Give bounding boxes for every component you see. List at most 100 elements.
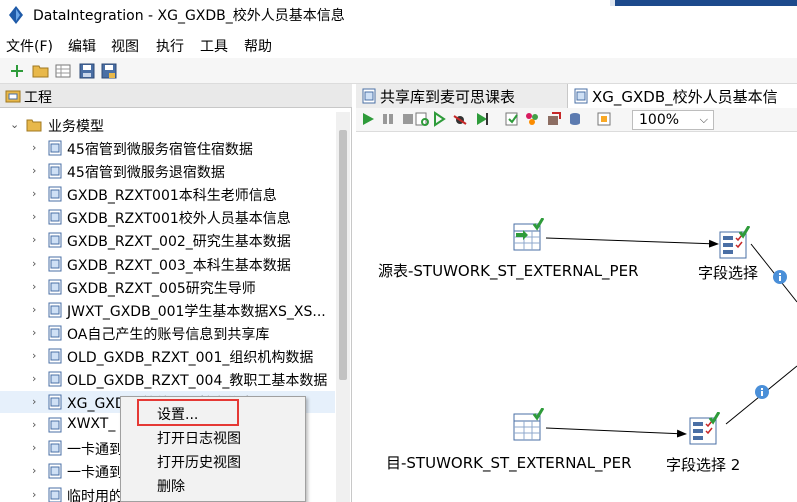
source-step-label[interactable]: 源表-STUWORK_ST_EXTERNAL_PER: [378, 260, 639, 281]
tab-xg-gxdb-external-personnel[interactable]: XG_GXDB_校外人员基本信: [568, 84, 797, 108]
new-icon[interactable]: [8, 62, 26, 80]
transformation-icon: [48, 394, 62, 410]
context-menu-open-history-view-label: 打开历史视图: [157, 455, 241, 471]
select-values-step-icon[interactable]: [688, 412, 720, 446]
chevron-right-icon[interactable]: ›: [32, 372, 42, 385]
tree-item-label: XWXT_: [67, 416, 116, 433]
chevron-right-icon[interactable]: ›: [32, 326, 42, 339]
tree-item-label: OLD_GXDB_RZXT_004_教职工基本数据: [67, 373, 328, 389]
tab-shared-lib-to-mycos-schedule[interactable]: 共享库到麦可思课表: [356, 84, 568, 108]
chevron-right-icon[interactable]: ›: [32, 257, 42, 270]
chevron-right-icon[interactable]: ›: [32, 187, 42, 200]
editor-toolbar: 100% ⌵: [356, 108, 797, 132]
transformation-icon: [48, 163, 62, 179]
project-icon: [5, 90, 21, 103]
tree-item-label: 一卡通到: [67, 442, 123, 459]
chevron-right-icon[interactable]: ›: [32, 280, 42, 293]
chevron-right-icon[interactable]: ›: [32, 441, 42, 454]
context-menu-settings[interactable]: 设置...: [121, 401, 305, 424]
menu-edit[interactable]: 编辑: [68, 36, 96, 56]
menu-run[interactable]: 执行: [156, 36, 184, 56]
menu-tools[interactable]: 工具: [200, 36, 228, 56]
run-icon[interactable]: [360, 111, 376, 127]
explore-icon[interactable]: [54, 62, 72, 80]
tree-item[interactable]: › GXDB_RZXT001校外人员基本信息: [0, 206, 335, 228]
open-folder-icon[interactable]: [32, 62, 50, 80]
transformation-icon: [48, 232, 62, 248]
preview-icon[interactable]: [414, 111, 430, 127]
hop-line[interactable]: [545, 427, 687, 438]
database-explore-icon[interactable]: [568, 111, 584, 127]
table-output-step-icon[interactable]: [512, 408, 544, 442]
pause-icon[interactable]: [380, 111, 396, 127]
chevron-right-icon[interactable]: ›: [32, 164, 42, 177]
tree-scrollbar[interactable]: [336, 112, 350, 502]
info-icon[interactable]: [754, 384, 770, 400]
chevron-right-icon[interactable]: ›: [32, 488, 42, 501]
tree-item-label: GXDB_RZXT001校外人员基本信息: [67, 211, 291, 228]
chevron-right-icon[interactable]: ›: [32, 349, 42, 362]
hop-line[interactable]: [545, 237, 719, 248]
tree-item-label: 临时用的: [67, 488, 123, 502]
show-results-icon[interactable]: [596, 111, 612, 127]
target-step-label[interactable]: 目-STUWORK_ST_EXTERNAL_PER: [386, 452, 632, 473]
scrollbar-thumb[interactable]: [339, 130, 347, 380]
tree-item[interactable]: › OLD_GXDB_RZXT_001_组织机构数据: [0, 345, 335, 367]
menu-help[interactable]: 帮助: [244, 36, 272, 56]
save-as-icon[interactable]: [100, 62, 118, 80]
tree-item[interactable]: › OLD_GXDB_RZXT_004_教职工基本数据: [0, 368, 335, 390]
tree-item[interactable]: › 45宿管到微服务退宿数据: [0, 160, 335, 182]
tree-root-label: 业务模型: [48, 119, 104, 135]
tree-item[interactable]: › GXDB_RZXT_002_研究生基本数据: [0, 229, 335, 251]
select-values-step-label[interactable]: 字段选择: [698, 262, 758, 283]
transformation-icon: [48, 487, 62, 502]
app-logo-icon: [9, 6, 23, 24]
tree-item[interactable]: › OA自己产生的账号信息到共享库: [0, 322, 335, 344]
tree-item[interactable]: › GXDB_RZXT001本科生老师信息: [0, 183, 335, 205]
menu-view[interactable]: 视图: [111, 36, 139, 56]
context-menu-settings-label: 设置...: [157, 407, 199, 423]
transformation-icon: [48, 325, 62, 341]
check-transformation-icon[interactable]: [504, 111, 520, 127]
transformation-icon: [48, 440, 62, 456]
zoom-value: 100%: [639, 112, 680, 128]
project-tab[interactable]: 工程: [0, 84, 352, 108]
select-values-step-icon[interactable]: [718, 226, 750, 260]
zoom-select[interactable]: 100% ⌵: [632, 110, 714, 130]
chevron-right-icon[interactable]: ›: [32, 464, 42, 477]
transformation-icon: [48, 279, 62, 295]
save-icon[interactable]: [78, 62, 96, 80]
main-toolbar: [0, 58, 797, 84]
transformation-icon: [48, 256, 62, 271]
impact-analysis-icon[interactable]: [524, 111, 540, 127]
select-values-step-label[interactable]: 字段选择 2: [666, 454, 740, 475]
info-icon[interactable]: [772, 269, 788, 285]
context-menu-delete[interactable]: 删除: [121, 473, 305, 496]
tree-item[interactable]: › GXDB_RZXT_005研究生导师: [0, 276, 335, 298]
tree-item-label: 45宿管到微服务宿管住宿数据: [67, 142, 253, 158]
tree-item[interactable]: › GXDB_RZXT_003_本科生基本数据: [0, 253, 335, 275]
debug-icon[interactable]: [452, 111, 468, 127]
context-menu-open-log-view[interactable]: 打开日志视图: [121, 425, 305, 448]
tree-item[interactable]: › 45宿管到微服务宿管住宿数据: [0, 137, 335, 159]
sql-generate-icon[interactable]: [546, 111, 562, 127]
context-menu: 设置... 打开日志视图 打开历史视图 删除: [120, 396, 306, 502]
chevron-right-icon[interactable]: ›: [32, 233, 42, 246]
chevron-down-icon[interactable]: ⌄: [10, 118, 20, 131]
transformation-icon: [48, 302, 62, 318]
chevron-right-icon[interactable]: ›: [32, 210, 42, 223]
menu-file[interactable]: 文件(F): [6, 36, 53, 56]
replay-icon[interactable]: [474, 111, 490, 127]
tree-item[interactable]: › JWXT_GXDB_001学生基本数据XS_XS...: [0, 299, 335, 321]
verify-icon[interactable]: [432, 111, 448, 127]
table-input-step-icon[interactable]: [512, 218, 544, 252]
context-menu-open-history-view[interactable]: 打开历史视图: [121, 449, 305, 472]
tree-root-business-models[interactable]: ⌄ 业务模型: [0, 114, 335, 136]
chevron-right-icon[interactable]: ›: [32, 418, 42, 431]
window-title: DataIntegration - XG_GXDB_校外人员基本信息: [33, 8, 345, 24]
transformation-canvas[interactable]: 源表-STUWORK_ST_EXTERNAL_PER 字段选择 目-STUWOR…: [356, 132, 797, 502]
tree-item-label: OLD_GXDB_RZXT_001_组织机构数据: [67, 349, 314, 366]
chevron-right-icon[interactable]: ›: [32, 395, 42, 408]
chevron-right-icon[interactable]: ›: [32, 303, 42, 316]
chevron-right-icon[interactable]: ›: [32, 141, 42, 154]
